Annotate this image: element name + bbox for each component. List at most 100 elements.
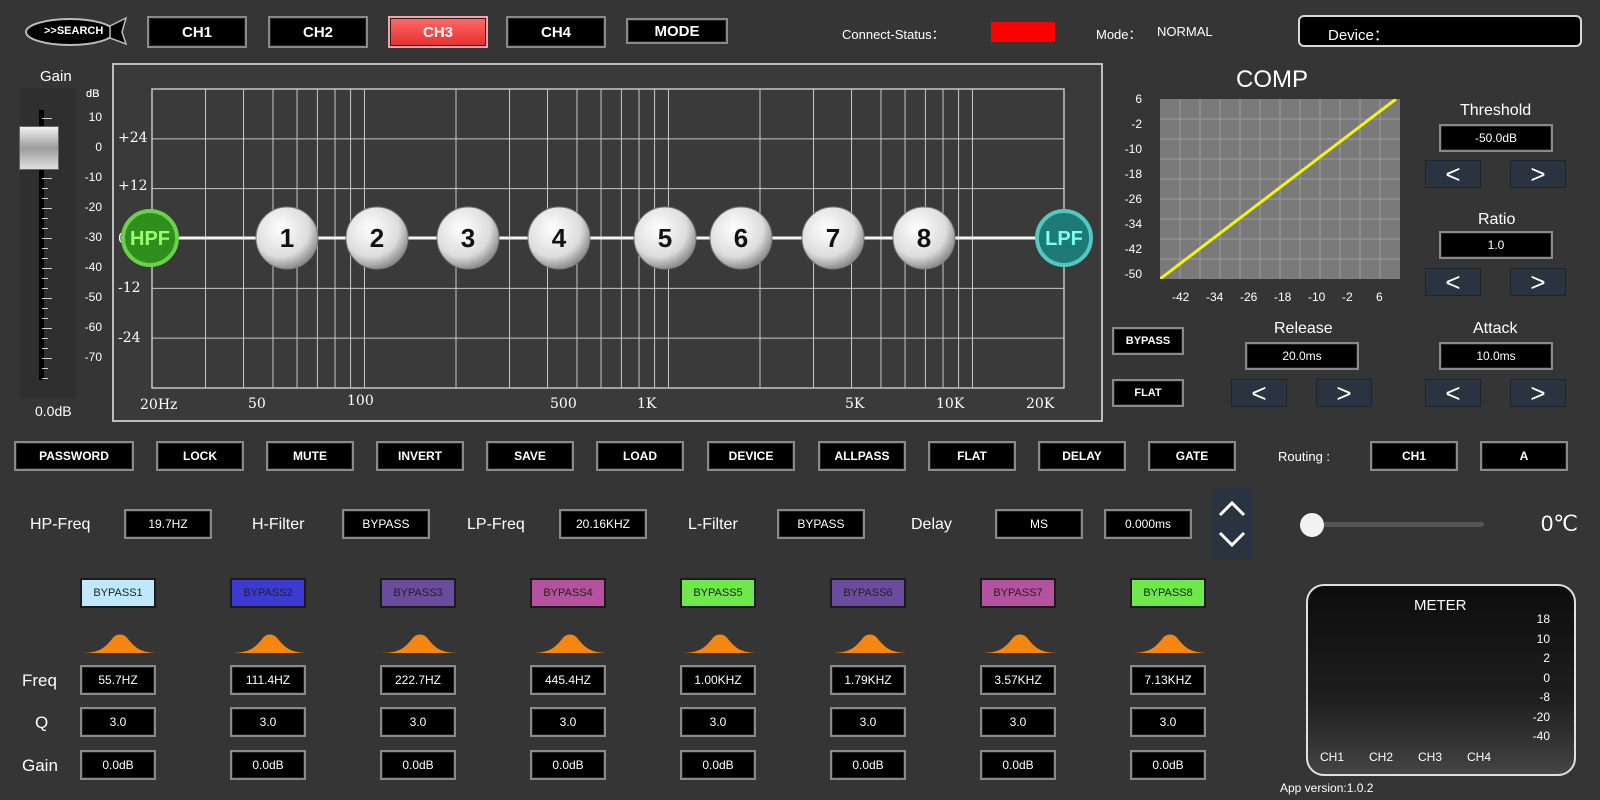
band-1-q-field[interactable]: 3.0 <box>80 707 156 737</box>
eq-graph[interactable]: +24+120-12-2420Hz501005001K5K10K20KHPFLP… <box>112 63 1103 422</box>
band-curve-icon <box>830 634 910 653</box>
lpf-handle[interactable]: LPF <box>1035 209 1093 267</box>
release-increase-button[interactable]: > <box>1316 378 1372 408</box>
hp-freq-value[interactable]: 19.7HZ <box>124 509 212 539</box>
hpf-handle[interactable]: HPF <box>121 209 179 267</box>
band-7-freq-field[interactable]: 3.57KHZ <box>980 665 1056 695</box>
gain-fader-knob[interactable] <box>19 126 59 170</box>
eq-band-handle-7[interactable]: 7 <box>801 206 865 270</box>
eq-band-handle-label: 3 <box>461 223 475 253</box>
eq-band-handle-8[interactable]: 8 <box>892 206 956 270</box>
gain-scale-tick <box>42 318 48 319</box>
lock-button[interactable]: LOCK <box>156 441 244 471</box>
band-1-bypass-button[interactable]: BYPASS1 <box>80 578 156 608</box>
threshold-decrease-button[interactable]: < <box>1425 158 1481 189</box>
gain-scale-tick <box>42 378 48 379</box>
band-5-freq-field[interactable]: 1.00KHZ <box>680 665 756 695</box>
band-2-q-field[interactable]: 3.0 <box>230 707 306 737</box>
eq-band-handle-1[interactable]: 1 <box>255 206 319 270</box>
tab-ch3[interactable]: CH3 <box>388 16 488 48</box>
release-decrease-button[interactable]: < <box>1231 378 1287 408</box>
band-8-bypass-button[interactable]: BYPASS8 <box>1130 578 1206 608</box>
band-4-gain-field[interactable]: 0.0dB <box>530 750 606 780</box>
allpass-button[interactable]: ALLPASS <box>818 441 906 471</box>
eq-band-handle-6[interactable]: 6 <box>709 206 773 270</box>
band-4-freq-field[interactable]: 445.4HZ <box>530 665 606 695</box>
band-4-q-field[interactable]: 3.0 <box>530 707 606 737</box>
temperature-slider-track[interactable] <box>1300 522 1484 527</box>
band-5-bypass-button[interactable]: BYPASS5 <box>680 578 756 608</box>
ratio-decrease-button[interactable]: < <box>1425 267 1481 297</box>
band-bypass-label: BYPASS4 <box>543 587 593 599</box>
save-button[interactable]: SAVE <box>486 441 574 471</box>
attack-increase-button[interactable]: > <box>1510 378 1566 408</box>
gain-scale: 10 0 -10 -20 -30 -40 -50 -60 -70 <box>42 110 106 380</box>
routing-channel-select[interactable]: CH1 <box>1370 441 1458 471</box>
chevron-left-icon: < <box>1445 158 1461 189</box>
band-freq-value: 55.7HZ <box>98 673 138 687</box>
tab-ch1[interactable]: CH1 <box>147 16 247 48</box>
delay-value[interactable]: 0.000ms <box>1104 509 1192 539</box>
band-4-bypass-button[interactable]: BYPASS4 <box>530 578 606 608</box>
tab-ch4[interactable]: CH4 <box>506 16 606 48</box>
delay-unit-select[interactable]: MS <box>995 509 1083 539</box>
band-2-bypass-button[interactable]: BYPASS2 <box>230 578 306 608</box>
hp-freq-label: HP-Freq <box>30 516 91 533</box>
lp-freq-value[interactable]: 20.16KHZ <box>559 509 647 539</box>
band-7-gain-field[interactable]: 0.0dB <box>980 750 1056 780</box>
band-3-freq-field[interactable]: 222.7HZ <box>380 665 456 695</box>
band-1-freq-field[interactable]: 55.7HZ <box>80 665 156 695</box>
device-field[interactable]: Device： <box>1298 15 1582 47</box>
mode-button[interactable]: MODE <box>626 18 728 44</box>
load-button[interactable]: LOAD <box>596 441 684 471</box>
gain-scale-tick <box>42 178 52 179</box>
h-filter-label: H-Filter <box>252 516 305 533</box>
band-6-freq-field[interactable]: 1.79KHZ <box>830 665 906 695</box>
eq-freq-label: 1K <box>637 396 657 412</box>
band-5-q-field[interactable]: 3.0 <box>680 707 756 737</box>
temperature-slider-thumb[interactable] <box>1300 513 1324 537</box>
l-filter-select[interactable]: BYPASS <box>777 509 865 539</box>
threshold-increase-button[interactable]: > <box>1510 159 1566 189</box>
attack-decrease-button[interactable]: < <box>1425 378 1481 408</box>
band-3-bypass-button[interactable]: BYPASS3 <box>380 578 456 608</box>
band-6-bypass-button[interactable]: BYPASS6 <box>830 578 906 608</box>
band-6-q-field[interactable]: 3.0 <box>830 707 906 737</box>
flat-button[interactable]: FLAT <box>928 441 1016 471</box>
band-7-bypass-button[interactable]: BYPASS7 <box>980 578 1056 608</box>
band-8-gain-field[interactable]: 0.0dB <box>1130 750 1206 780</box>
routing-output-select[interactable]: A <box>1480 441 1568 471</box>
h-filter-select[interactable]: BYPASS <box>342 509 430 539</box>
gain-scale-tick <box>42 308 48 309</box>
band-5-gain-field[interactable]: 0.0dB <box>680 750 756 780</box>
comp-bypass-button[interactable]: BYPASS <box>1112 327 1184 355</box>
gate-button[interactable]: GATE <box>1148 441 1236 471</box>
tab-ch1-label: CH1 <box>181 23 212 41</box>
band-3-gain-field[interactable]: 0.0dB <box>380 750 456 780</box>
gain-scale-label: -10 <box>84 170 102 184</box>
device-button[interactable]: DEVICE <box>707 441 795 471</box>
band-8-q-field[interactable]: 3.0 <box>1130 707 1206 737</box>
band-freq-value: 3.57KHZ <box>994 673 1042 687</box>
eq-band-handle-3[interactable]: 3 <box>436 206 500 270</box>
eq-band-handle-5[interactable]: 5 <box>633 206 697 270</box>
search-button[interactable]: >>SEARCH <box>22 14 128 48</box>
band-8-freq-field[interactable]: 7.13KHZ <box>1130 665 1206 695</box>
tab-ch2[interactable]: CH2 <box>268 16 368 48</box>
invert-button[interactable]: INVERT <box>376 441 464 471</box>
delay-button[interactable]: DELAY <box>1038 441 1126 471</box>
eq-band-handle-2[interactable]: 2 <box>345 206 409 270</box>
band-2-gain-field[interactable]: 0.0dB <box>230 750 306 780</box>
comp-flat-button[interactable]: FLAT <box>1112 379 1184 407</box>
mute-button[interactable]: MUTE <box>266 441 354 471</box>
band-6-gain-field[interactable]: 0.0dB <box>830 750 906 780</box>
band-2-freq-field[interactable]: 111.4HZ <box>230 665 306 695</box>
password-button[interactable]: PASSWORD <box>14 441 134 471</box>
eq-band-handle-4[interactable]: 4 <box>527 206 591 270</box>
band-1-gain-field[interactable]: 0.0dB <box>80 750 156 780</box>
band-7-q-field[interactable]: 3.0 <box>980 707 1056 737</box>
delay-stepper[interactable] <box>1212 489 1252 559</box>
band-3-q-field[interactable]: 3.0 <box>380 707 456 737</box>
mode-button-label: MODE <box>654 22 700 40</box>
ratio-increase-button[interactable]: > <box>1510 267 1566 297</box>
